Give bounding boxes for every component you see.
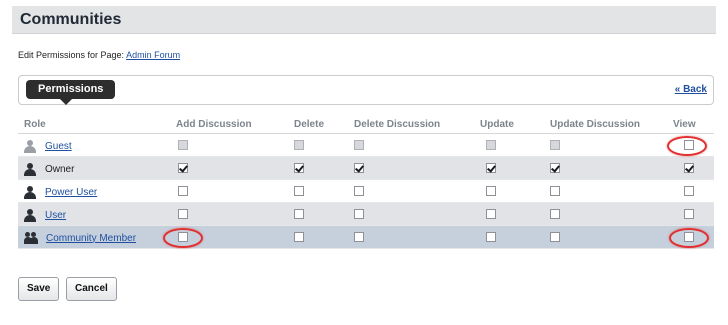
checkbox-view[interactable] bbox=[684, 186, 694, 196]
person-dark-icon bbox=[24, 208, 36, 222]
back-link[interactable]: « Back bbox=[675, 84, 707, 95]
role-name[interactable]: Guest bbox=[45, 141, 72, 152]
role-cell: User bbox=[24, 208, 66, 222]
table-row: Power User bbox=[18, 180, 714, 203]
checkbox-view[interactable] bbox=[684, 163, 694, 173]
tab-pointer-icon bbox=[60, 99, 72, 105]
checkbox-update[interactable] bbox=[486, 163, 496, 173]
table-row: User bbox=[18, 203, 714, 226]
highlight-oval-community-view bbox=[669, 228, 709, 248]
role-cell: Community Member bbox=[24, 231, 136, 245]
column-header-view: View bbox=[673, 119, 696, 130]
table-row: Guest bbox=[18, 134, 714, 157]
checkbox-view[interactable] bbox=[684, 209, 694, 219]
role-name[interactable]: Community Member bbox=[46, 233, 136, 244]
person-dark-icon bbox=[24, 162, 36, 176]
column-header-delete: Delete bbox=[294, 119, 325, 130]
permissions-table: Role Add Discussion Delete Delete Discus… bbox=[18, 114, 714, 249]
checkbox-update-discussion[interactable] bbox=[550, 209, 560, 219]
checkbox-update[interactable] bbox=[486, 209, 496, 219]
edit-permissions-label: Edit Permissions for Page: bbox=[18, 50, 125, 60]
role-cell: Guest bbox=[24, 139, 72, 153]
checkbox-update[interactable] bbox=[486, 232, 496, 242]
checkbox-update bbox=[486, 140, 496, 150]
person-dark-icon bbox=[24, 185, 36, 199]
edit-permissions-subheading: Edit Permissions for Page: Admin Forum bbox=[18, 50, 180, 60]
checkbox-delete-discussion[interactable] bbox=[354, 163, 364, 173]
cancel-button[interactable]: Cancel bbox=[66, 277, 117, 301]
checkbox-update-discussion[interactable] bbox=[550, 163, 560, 173]
checkbox-update-discussion[interactable] bbox=[550, 186, 560, 196]
checkbox-add-discussion[interactable] bbox=[178, 163, 188, 173]
checkbox-add-discussion[interactable] bbox=[178, 186, 188, 196]
table-row: Owner bbox=[18, 157, 714, 180]
column-header-update-discussion: Update Discussion bbox=[550, 119, 641, 130]
role-name[interactable]: User bbox=[45, 210, 66, 221]
page-title: Communities bbox=[20, 11, 122, 28]
title-bar: Communities bbox=[12, 6, 716, 34]
checkbox-delete[interactable] bbox=[294, 232, 304, 242]
permissions-header-panel: Permissions « Back bbox=[18, 75, 714, 105]
checkbox-add-discussion bbox=[178, 140, 188, 150]
checkbox-update[interactable] bbox=[486, 186, 496, 196]
table-row: Community Member bbox=[18, 226, 714, 249]
role-name[interactable]: Power User bbox=[45, 187, 97, 198]
role-name: Owner bbox=[45, 163, 75, 175]
column-header-role: Role bbox=[24, 119, 46, 130]
checkbox-delete[interactable] bbox=[294, 163, 304, 173]
permissions-tab: Permissions bbox=[26, 80, 116, 105]
checkbox-update-discussion bbox=[550, 140, 560, 150]
checkbox-delete bbox=[294, 140, 304, 150]
role-cell: Owner bbox=[24, 162, 74, 176]
group-icon bbox=[24, 231, 38, 245]
save-button[interactable]: Save bbox=[18, 277, 60, 301]
checkbox-update-discussion[interactable] bbox=[550, 232, 560, 242]
column-header-add-discussion: Add Discussion bbox=[176, 119, 252, 130]
table-header: Role Add Discussion Delete Delete Discus… bbox=[18, 114, 714, 134]
permissions-tab-label: Permissions bbox=[38, 83, 104, 95]
checkbox-add-discussion[interactable] bbox=[178, 209, 188, 219]
column-header-delete-discussion: Delete Discussion bbox=[354, 119, 441, 130]
person-light-icon bbox=[24, 139, 36, 153]
checkbox-delete-discussion[interactable] bbox=[354, 186, 364, 196]
admin-forum-link[interactable]: Admin Forum bbox=[126, 50, 180, 60]
checkbox-delete-discussion[interactable] bbox=[354, 232, 364, 242]
highlight-oval-guest-view bbox=[667, 136, 707, 156]
checkbox-delete-discussion bbox=[354, 140, 364, 150]
checkbox-delete[interactable] bbox=[294, 186, 304, 196]
role-cell: Power User bbox=[24, 185, 97, 199]
highlight-oval-community-add-discussion bbox=[163, 228, 203, 248]
checkbox-delete-discussion[interactable] bbox=[354, 209, 364, 219]
column-header-update: Update bbox=[480, 119, 514, 130]
checkbox-delete[interactable] bbox=[294, 209, 304, 219]
